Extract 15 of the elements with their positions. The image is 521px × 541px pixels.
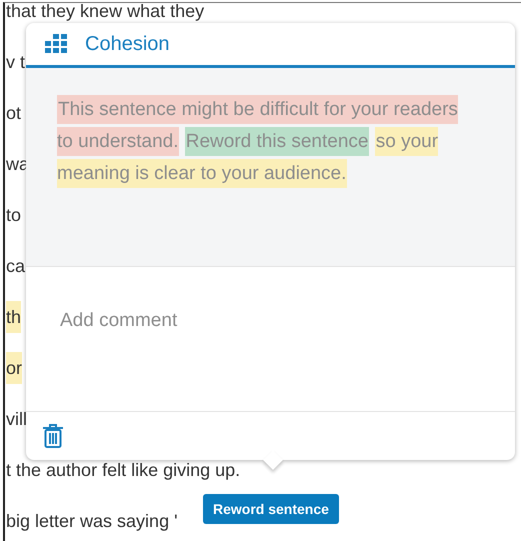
document-text: big letter was saying ' (6, 510, 178, 533)
document-text: th (6, 301, 22, 333)
document-text: ca (6, 255, 26, 278)
document-text: v t (6, 51, 26, 74)
card-title: Cohesion (85, 32, 170, 56)
document-text: that they knew what they (6, 3, 204, 23)
reword-sentence-button[interactable]: Reword sentence (203, 494, 339, 524)
document-text: or (6, 352, 22, 384)
trash-icon[interactable] (42, 423, 64, 449)
comment-field[interactable]: Add comment (60, 307, 485, 335)
grid-icon (45, 34, 67, 54)
document-text: to (6, 204, 22, 227)
document-text: vill (6, 408, 27, 431)
document-text: ot (6, 102, 22, 125)
document-text: t the author felt like giving up. (6, 459, 240, 482)
